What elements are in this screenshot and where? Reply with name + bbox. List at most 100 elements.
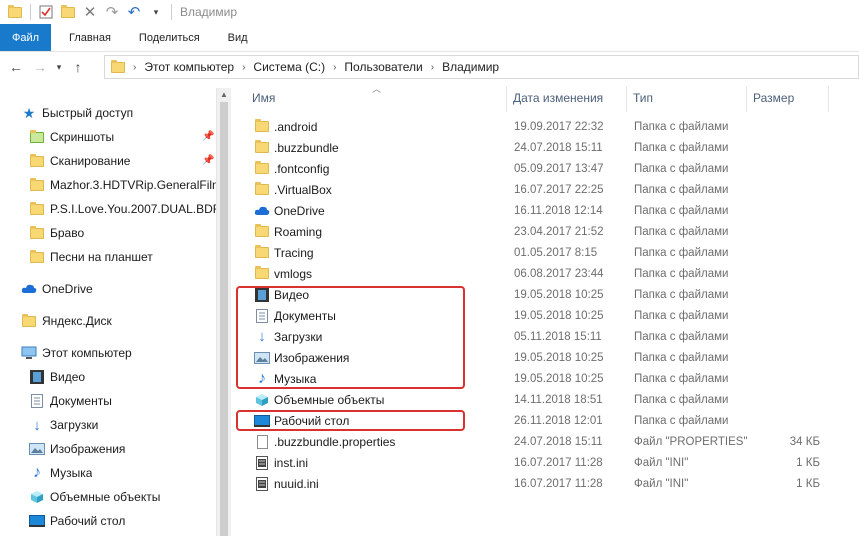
file-type: Папка с файлами (634, 204, 729, 217)
file-row[interactable]: nuuid.ini 16.07.2017 11:28 Файл "INI" 1 КБ (252, 473, 852, 494)
tab-home[interactable]: Главная (51, 24, 125, 51)
nav-item-desktop[interactable]: Рабочий стол (28, 510, 125, 532)
tab-file[interactable]: Файл (0, 24, 52, 51)
column-header-type[interactable]: Тип (627, 82, 747, 114)
folder-icon (28, 224, 46, 242)
file-name-label: OneDrive (274, 203, 325, 218)
folder-icon (20, 312, 38, 330)
file-date: 19.05.2018 10:25 (514, 351, 604, 364)
properties-icon[interactable] (35, 1, 57, 23)
file-date: 05.09.2017 13:47 (514, 162, 604, 175)
nav-item-ps-i-love-you[interactable]: P.S.I.Love.You.2007.DUAL.BDRip (28, 198, 216, 220)
nav-item-scanning[interactable]: Сканирование (28, 150, 130, 172)
column-header-date[interactable]: Дата изменения (507, 82, 627, 114)
file-date: 19.05.2018 10:25 (514, 309, 604, 322)
nav-this-pc[interactable]: Этот компьютер (20, 342, 132, 364)
pin-icon[interactable]: 📌 (202, 131, 214, 142)
file-date: 26.11.2018 12:01 (514, 414, 603, 427)
nav-item-video[interactable]: Видео (28, 366, 85, 388)
file-row[interactable]: .buzzbundle 24.07.2018 15:11 Папка с файла… (252, 137, 852, 158)
file-name-label: .VirtualBox (274, 182, 332, 197)
nav-label: Песни на планшет (50, 250, 153, 264)
folder-icon (28, 176, 46, 194)
nav-label: Рабочий стол (50, 514, 126, 528)
file-name: Tracing (254, 245, 314, 261)
file-row[interactable]: Roaming 23.04.2017 21:52 Папка с файлами (252, 221, 852, 242)
nav-scrollbar[interactable]: ▲ (216, 88, 231, 536)
nav-item-music[interactable]: ♪ Музыка (28, 462, 92, 484)
new-folder-icon[interactable] (57, 1, 79, 23)
address-bar[interactable]: › Этот компьютер › Система (C:) › Пользо… (104, 55, 859, 79)
nav-item-documents[interactable]: Документы (28, 390, 112, 412)
chevron-right-icon[interactable]: › (333, 62, 336, 73)
column-divider[interactable] (828, 86, 829, 112)
folder-icon (254, 161, 270, 177)
file-row[interactable]: Объемные объекты 14.11.2018 18:51 Папка с … (252, 389, 852, 410)
file-date: 24.07.2018 15:11 (514, 435, 603, 448)
pin-icon[interactable]: 📌 (202, 155, 214, 166)
file-type: Папка с файлами (634, 267, 729, 280)
documents-icon (28, 392, 46, 410)
column-header-name[interactable]: Имя (246, 82, 508, 114)
tab-share[interactable]: Поделиться (125, 24, 214, 51)
folder-icon (111, 59, 125, 73)
breadcrumb-users[interactable]: Пользователи (344, 60, 422, 74)
file-row[interactable]: OneDrive 16.11.2018 12:14 Папка с файлами (252, 200, 852, 221)
cloud-icon (20, 280, 38, 298)
breadcrumb-user-folder[interactable]: Владимир (442, 60, 499, 74)
nav-yandex-disk[interactable]: Яндекс.Диск (20, 310, 112, 332)
nav-item-3d-objects[interactable]: Объемные объекты (28, 486, 160, 508)
nav-item-bravo[interactable]: Браво (28, 222, 84, 244)
file-row[interactable]: .fontconfig 05.09.2017 13:47 Папка с файла… (252, 158, 852, 179)
forward-button[interactable]: → (28, 55, 52, 79)
file-row[interactable]: vmlogs 06.08.2017 23:44 Папка с файлами (252, 263, 852, 284)
3d-objects-icon (254, 392, 270, 408)
recent-locations-icon[interactable]: ▾ (52, 55, 66, 79)
nav-item-mazhor[interactable]: Mazhor.3.HDTVRip.GeneralFilm (28, 174, 216, 196)
folder-icon (28, 128, 46, 146)
file-name: vmlogs (254, 266, 312, 282)
breadcrumb-this-pc[interactable]: Этот компьютер (144, 60, 234, 74)
column-header-size[interactable]: Размер (747, 82, 827, 114)
ribbon-tabs: Файл Главная Поделиться Вид (0, 24, 859, 52)
chevron-right-icon[interactable]: › (242, 62, 245, 73)
nav-item-downloads[interactable]: ↓ Загрузки (28, 414, 98, 436)
file-name: nuuid.ini (254, 476, 319, 492)
file-date: 19.05.2018 10:25 (514, 288, 604, 301)
file-type: Файл "INI" (634, 477, 689, 490)
file-name-label: .buzzbundle (274, 140, 339, 155)
file-date: 16.07.2017 11:28 (514, 456, 603, 469)
nav-onedrive[interactable]: OneDrive (20, 278, 93, 300)
file-name-label: inst.ini (274, 455, 309, 470)
title-bar: ✕ ↷ ↶ ▾ Владимир (0, 0, 859, 24)
file-date: 24.07.2018 15:11 (514, 141, 603, 154)
breadcrumb-system-drive[interactable]: Система (C:) (253, 60, 325, 74)
delete-icon[interactable]: ✕ (79, 1, 101, 23)
undo-icon[interactable]: ↶ (123, 1, 145, 23)
tab-view[interactable]: Вид (214, 24, 262, 51)
nav-item-tablet-songs[interactable]: Песни на планшет (28, 246, 153, 268)
up-button[interactable]: ↑ (66, 55, 90, 79)
back-button[interactable]: ← (4, 55, 28, 79)
file-name-label: nuuid.ini (274, 476, 319, 491)
redo-icon[interactable]: ↷ (101, 1, 123, 23)
file-date: 19.05.2018 10:25 (514, 372, 604, 385)
file-row[interactable]: inst.ini 16.07.2017 11:28 Файл "INI" 1 КБ (252, 452, 852, 473)
file-row[interactable]: .android 19.09.2017 22:32 Папка с файлами (252, 116, 852, 137)
customize-toolbar-icon[interactable]: ▾ (145, 1, 167, 23)
file-row[interactable]: .VirtualBox 16.07.2017 22:25 Папка с файла… (252, 179, 852, 200)
chevron-right-icon[interactable]: › (133, 62, 136, 73)
nav-item-pictures[interactable]: Изображения (28, 438, 125, 460)
file-name: .fontconfig (254, 161, 329, 177)
scroll-up-icon[interactable]: ▲ (220, 90, 228, 99)
nav-quick-access[interactable]: ★ Быстрый доступ (20, 102, 133, 124)
scrollbar-thumb[interactable] (220, 102, 228, 536)
file-row[interactable]: .buzzbundle.properties 24.07.2018 15:11 Фа… (252, 431, 852, 452)
file-row[interactable]: Tracing 01.05.2017 8:15 Папка с файлами (252, 242, 852, 263)
file-date: 06.08.2017 23:44 (514, 267, 604, 280)
nav-item-screenshots[interactable]: Скриншоты (28, 126, 114, 148)
file-icon (254, 434, 270, 450)
chevron-right-icon[interactable]: › (431, 62, 434, 73)
file-name: inst.ini (254, 455, 308, 471)
file-name: .buzzbundle.properties (254, 434, 395, 450)
